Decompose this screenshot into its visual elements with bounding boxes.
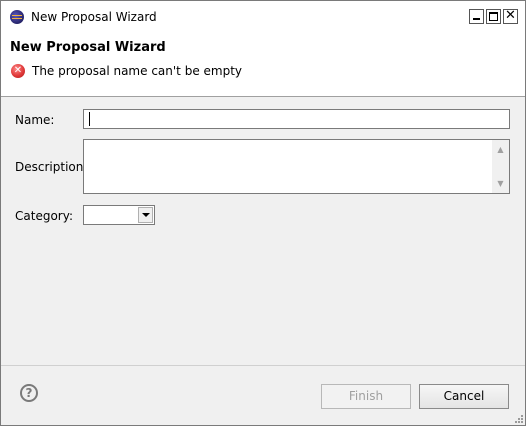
window-title: New Proposal Wizard — [31, 10, 157, 24]
description-label: Description: — [15, 160, 88, 174]
chevron-down-icon[interactable] — [138, 207, 153, 223]
maximize-button[interactable] — [486, 9, 501, 24]
wizard-window: New Proposal Wizard ✕ New Proposal Wizar… — [0, 0, 526, 426]
close-icon: ✕ — [505, 8, 516, 23]
resize-grip-icon[interactable] — [514, 414, 524, 424]
description-field[interactable]: ▲ ▼ — [83, 139, 510, 194]
finish-button[interactable]: Finish — [321, 384, 411, 409]
minimize-button[interactable] — [469, 9, 484, 24]
name-field[interactable] — [83, 109, 510, 129]
scroll-down-icon[interactable]: ▼ — [493, 176, 508, 191]
help-icon[interactable]: ? — [20, 384, 38, 402]
error-message: The proposal name can't be empty — [32, 64, 243, 78]
close-button[interactable]: ✕ — [503, 8, 518, 24]
page-title: New Proposal Wizard — [10, 40, 166, 55]
title-bar: New Proposal Wizard ✕ — [1, 1, 525, 33]
cancel-button[interactable]: Cancel — [419, 384, 509, 409]
name-label: Name: — [15, 113, 55, 127]
description-scrollbar[interactable]: ▲ ▼ — [492, 140, 509, 193]
scroll-up-icon[interactable]: ▲ — [493, 142, 508, 157]
footer-divider — [1, 365, 525, 366]
wizard-header: New Proposal Wizard ✕ The proposal name … — [1, 33, 525, 96]
category-label: Category: — [15, 209, 73, 223]
header-divider — [1, 96, 525, 97]
error-icon: ✕ — [11, 64, 25, 78]
category-select[interactable] — [83, 205, 155, 225]
eclipse-icon — [10, 10, 24, 24]
text-caret — [89, 112, 90, 126]
